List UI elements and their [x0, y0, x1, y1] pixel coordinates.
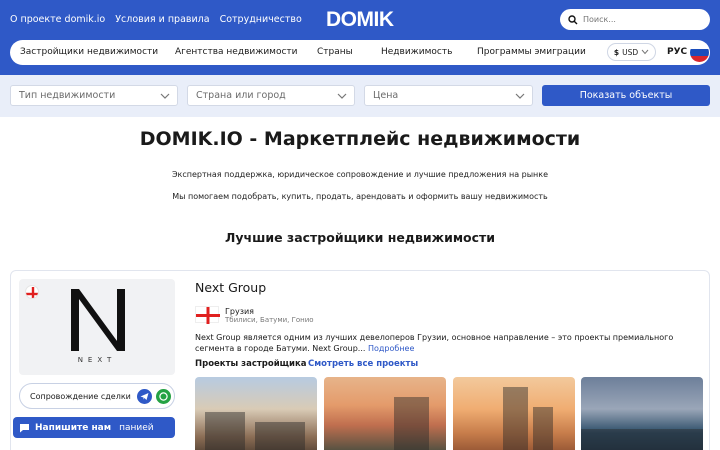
nav-agencies[interactable]: Агентства недвижимости	[175, 47, 298, 57]
search-input[interactable]	[583, 15, 703, 24]
project-thumbnail[interactable]	[453, 377, 575, 450]
currency-code: USD	[622, 47, 639, 57]
main-nav: Застройщики недвижимости Агентства недви…	[10, 40, 710, 65]
chevron-down-icon	[160, 93, 170, 99]
all-projects-link[interactable]: Смотреть все проекты	[308, 359, 418, 369]
whatsapp-icon[interactable]	[156, 389, 171, 404]
write-us-label: Напишите нам	[35, 422, 112, 433]
property-type-label: Тип недвижимости	[19, 90, 116, 101]
currency-select[interactable]: $ USD	[607, 43, 656, 61]
developer-name[interactable]: Next Group	[195, 280, 266, 295]
write-us-button[interactable]: Напишите нам панией	[13, 417, 175, 438]
more-link[interactable]: Подробнее	[368, 344, 414, 353]
site-logo[interactable]: DOMIK	[326, 8, 394, 32]
description-text: Next Group является одним из лучших деве…	[195, 333, 674, 353]
filter-bar: Тип недвижимости Страна или город Цена П…	[0, 75, 720, 117]
deal-support-button[interactable]: Сопровождение сделки	[19, 383, 175, 409]
developer-logo[interactable]: NEXT	[19, 279, 175, 375]
search-box[interactable]	[560, 9, 710, 30]
next-n-logo-icon	[71, 289, 125, 351]
link-partnership[interactable]: Сотрудничество	[220, 14, 302, 25]
write-us-rest: панией	[119, 422, 154, 433]
project-thumbnail[interactable]	[324, 377, 446, 450]
location-label: Страна или город	[196, 90, 286, 101]
hero-subtitle-2: Мы помогаем подобрать, купить, продать, …	[172, 192, 548, 201]
chevron-down-icon	[641, 49, 649, 55]
section-heading: Лучшие застройщики недвижимости	[224, 230, 496, 245]
property-type-select[interactable]: Тип недвижимости	[10, 85, 178, 106]
developer-country: Грузия	[225, 307, 254, 316]
search-icon	[568, 14, 578, 24]
russia-flag-icon[interactable]	[690, 43, 709, 62]
price-label: Цена	[373, 90, 399, 101]
price-select[interactable]: Цена	[364, 85, 533, 106]
show-objects-button[interactable]: Показать объекты	[542, 85, 710, 106]
logo-wordmark: NEXT	[77, 356, 117, 364]
link-terms[interactable]: Условия и правила	[115, 14, 209, 25]
developer-cities: Тбилиси, Батуми, Гонио	[225, 316, 314, 324]
location-select[interactable]: Страна или город	[187, 85, 355, 106]
project-thumbnail[interactable]	[195, 377, 317, 450]
language-select[interactable]: РУС	[667, 47, 687, 57]
deal-support-label: Сопровождение сделки	[30, 391, 131, 401]
telegram-icon[interactable]	[137, 389, 152, 404]
hero-subtitle: Экспертная поддержка, юридическое сопров…	[171, 170, 549, 179]
link-about[interactable]: О проекте domik.io	[10, 14, 105, 25]
nav-emigration[interactable]: Программы эмиграции	[477, 47, 586, 57]
georgia-flag-icon	[25, 285, 39, 299]
chevron-down-icon	[337, 93, 347, 99]
chat-icon	[20, 423, 29, 432]
georgia-flag-icon	[195, 306, 220, 324]
developer-description: Next Group является одним из лучших деве…	[195, 332, 701, 354]
project-thumbnail[interactable]	[581, 377, 703, 450]
page-title: DOMIK.IO - Маркетплейс недвижимости	[139, 128, 581, 150]
developer-card: NEXT Сопровождение сделки Напишите нам п…	[10, 270, 710, 450]
chevron-down-icon	[515, 93, 525, 99]
nav-property[interactable]: Недвижимость	[381, 47, 452, 57]
nav-developers[interactable]: Застройщики недвижимости	[20, 47, 158, 57]
top-header: О проекте domik.io Условия и правила Сот…	[0, 0, 720, 75]
currency-symbol: $	[613, 47, 620, 57]
top-links: О проекте domik.io Условия и правила Сот…	[10, 14, 302, 25]
nav-countries[interactable]: Страны	[317, 47, 353, 57]
projects-label: Проекты застройщика	[195, 359, 307, 369]
